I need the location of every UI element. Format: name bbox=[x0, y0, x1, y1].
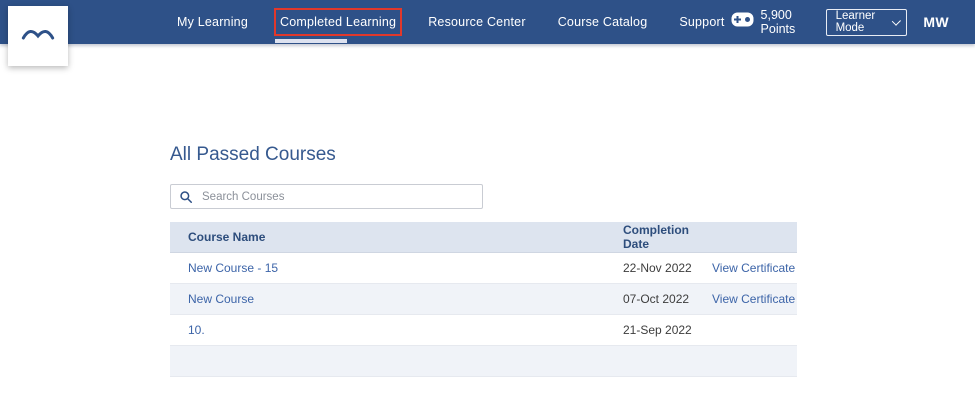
main-navigation: My Learning Completed Learning Resource … bbox=[171, 8, 731, 43]
search-icon bbox=[179, 190, 193, 204]
nav-item-my-learning[interactable]: My Learning bbox=[171, 8, 254, 36]
course-name-link[interactable]: New Course - 15 bbox=[188, 261, 623, 275]
learner-mode-select[interactable]: Learner Mode bbox=[825, 8, 908, 36]
column-header-completion-date: Completion Date bbox=[623, 223, 689, 251]
course-search-box bbox=[170, 184, 483, 209]
completion-date: 07-Oct 2022 bbox=[623, 292, 690, 306]
search-input[interactable] bbox=[202, 190, 474, 203]
chevron-down-icon bbox=[891, 16, 901, 26]
active-tab-underline bbox=[275, 39, 347, 43]
learner-mode-value: Learner Mode bbox=[835, 10, 876, 34]
page-title: All Passed Courses bbox=[170, 144, 336, 165]
completion-date: 22-Nov 2022 bbox=[623, 261, 692, 275]
navbar-right-group: 5,900 Points Learner Mode MW bbox=[731, 8, 975, 36]
nav-item-label: Completed Learning bbox=[280, 15, 397, 29]
view-certificate-link[interactable]: View Certificate bbox=[712, 261, 797, 275]
table-row-empty bbox=[170, 346, 797, 377]
nav-item-completed-learning[interactable]: Completed Learning bbox=[274, 8, 403, 43]
table-row: New Course - 15 22-Nov 2022 View Certifi… bbox=[170, 253, 797, 284]
passed-courses-table: Course Name Completion Date New Course -… bbox=[170, 222, 797, 377]
table-header-row: Course Name Completion Date bbox=[170, 222, 797, 253]
nav-item-course-catalog[interactable]: Course Catalog bbox=[552, 8, 654, 36]
points-label: 5,900 Points bbox=[760, 8, 796, 36]
gamepad-icon bbox=[731, 12, 754, 32]
user-avatar-initials[interactable]: MW bbox=[923, 14, 949, 30]
view-certificate-link[interactable]: View Certificate bbox=[712, 292, 797, 306]
completion-date: 21-Sep 2022 bbox=[623, 323, 692, 337]
table-row: New Course 07-Oct 2022 View Certificate bbox=[170, 284, 797, 315]
course-name-link[interactable]: 10. bbox=[188, 323, 623, 337]
nav-item-support[interactable]: Support bbox=[673, 8, 730, 36]
column-header-course-name: Course Name bbox=[188, 230, 266, 244]
main-content: All Passed Courses Course Name Completio… bbox=[0, 44, 975, 377]
nav-item-resource-center[interactable]: Resource Center bbox=[422, 8, 532, 36]
brand-logo[interactable] bbox=[8, 6, 68, 66]
table-row: 10. 21-Sep 2022 bbox=[170, 315, 797, 346]
bird-logo-icon bbox=[18, 18, 58, 55]
points-indicator: 5,900 Points bbox=[731, 8, 814, 36]
course-name-link[interactable]: New Course bbox=[188, 292, 623, 306]
top-navbar: My Learning Completed Learning Resource … bbox=[0, 0, 975, 66]
